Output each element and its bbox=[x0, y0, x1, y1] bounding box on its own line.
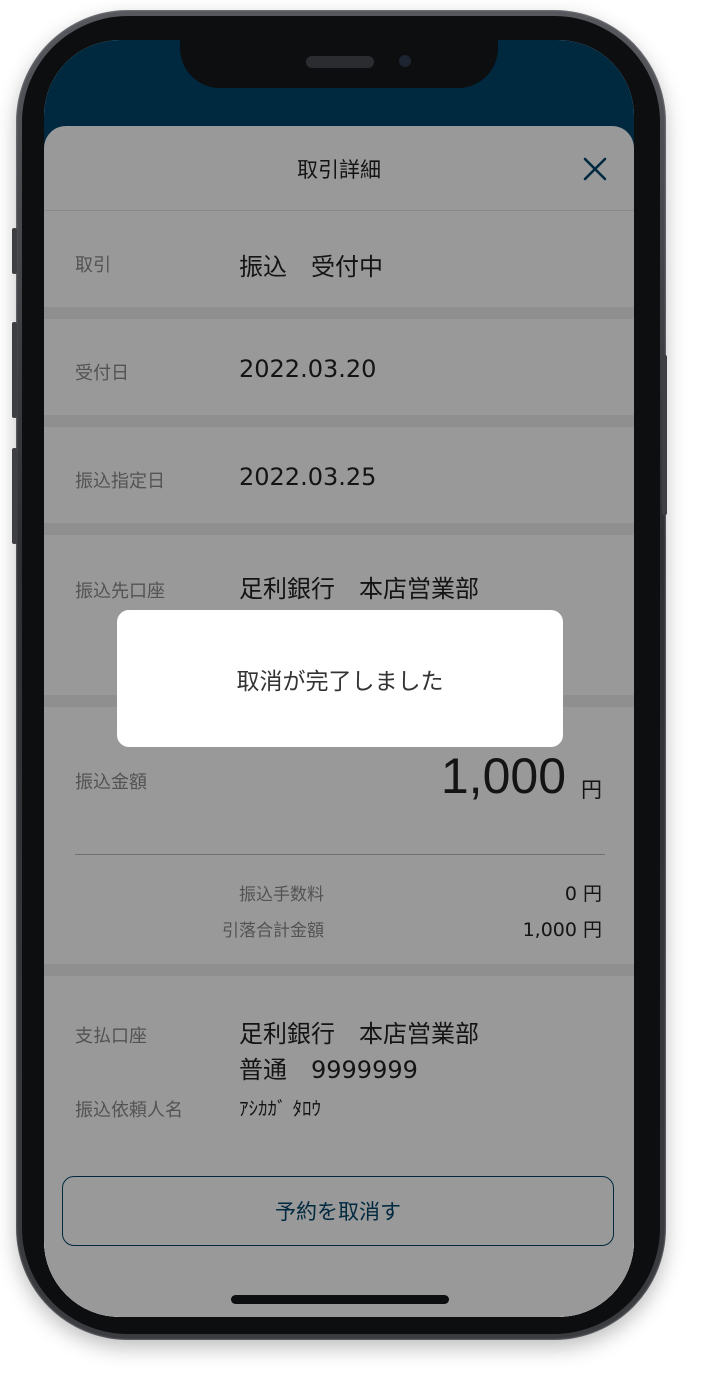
notch bbox=[180, 40, 498, 88]
volume-down-button bbox=[12, 448, 17, 544]
power-button bbox=[662, 355, 667, 515]
phone-screen: 取引詳細 取引 振込 受付中 受付日 2022.03.20 振込指定日 2022… bbox=[44, 40, 634, 1317]
volume-up-button bbox=[12, 228, 17, 274]
completion-toast: 取消が完了しました bbox=[117, 610, 563, 747]
speaker-grille bbox=[306, 56, 374, 68]
home-indicator[interactable] bbox=[231, 1295, 449, 1304]
volume-mid-button bbox=[12, 322, 17, 418]
front-camera bbox=[399, 55, 411, 67]
